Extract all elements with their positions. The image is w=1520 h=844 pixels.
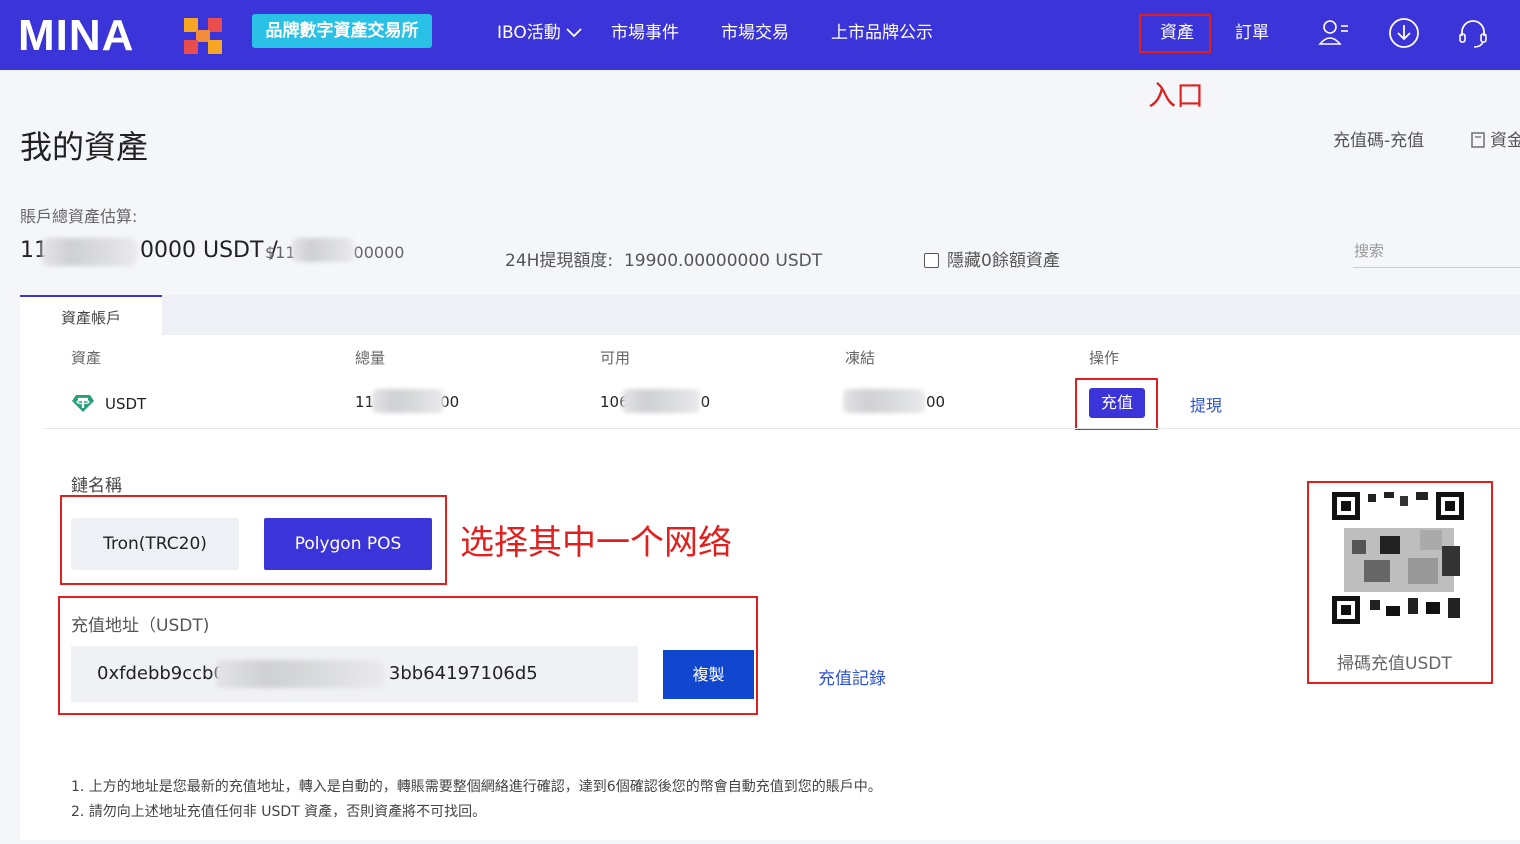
document-icon [1471,132,1485,148]
tab-strip [20,295,1520,335]
col-total: 總量 [355,349,386,367]
qr-caption: 掃碼充值USDT [1337,654,1452,674]
page-title: 我的資產 [20,128,149,166]
recharge-code-link[interactable]: 充值碼-充值 [1333,126,1424,151]
asset-name: USDT [105,395,147,413]
choose-network-annotation: 选择其中一个网络 [460,523,732,563]
search-input[interactable]: 搜索 [1353,240,1520,268]
user-icon[interactable] [1317,16,1351,50]
address-suffix: 3bb64197106d5 [388,663,538,684]
masked-frozen-cell [843,389,925,413]
top-nav: MINA 品牌數字資產交易所 IBO活動 市場事件 市場交易 上市品牌公示 資產… [0,0,1520,70]
col-action: 操作 [1089,349,1120,367]
notice-line-1: 1. 上方的地址是您最新的充值地址，轉入是自動的，轉賬需要整個網絡進行確認，達到… [71,779,882,795]
nav-ibo-label: IBO活動 [497,23,561,43]
withdraw-limit: 24H提現額度: 19900.00000000 USDT [505,246,822,271]
masked-fiat [292,238,354,262]
col-frozen: 凍結 [845,349,876,367]
chain-option-trc20[interactable]: Tron(TRC20) [71,518,239,570]
frozen-cell-suffix: 00 [926,393,946,411]
nav-ibo-activity[interactable]: IBO活動 [497,20,583,46]
fiat-prefix: $11 [265,243,296,262]
download-icon[interactable] [1387,16,1421,50]
logo-text: MINA [18,12,134,56]
hide-zero-toggle[interactable]: 隱藏0餘額資產 [924,246,1060,271]
entry-annotation: 入口 [1148,79,1205,112]
nav-market-trade[interactable]: 市場交易 [721,20,789,46]
col-asset: 資產 [71,349,102,367]
withdraw-link[interactable]: 提現 [1190,392,1222,416]
mina-logo[interactable]: MINA [18,12,228,56]
asset-record-label: 資金 [1490,131,1520,151]
headset-support-icon[interactable] [1456,16,1490,50]
masked-total [42,238,137,266]
masked-address [216,660,384,688]
nav-listing-notice[interactable]: 上市品牌公示 [831,20,933,46]
available-cell-suffix: 0 [700,393,711,411]
exchange-badge: 品牌數字資產交易所 [252,14,432,48]
row-divider [45,428,1520,429]
address-prefix: 0xfdebb9ccb0 [97,663,225,684]
address-label: 充值地址（USDT) [71,616,210,636]
total-suffix: 0000 USDT / [140,238,278,263]
limit-label: 24H提現額度: [505,251,614,271]
usdt-icon [72,395,94,412]
notice-line-2: 2. 請勿向上述地址充值任何非 USDT 資產，否則資產將不可找回。 [71,804,487,820]
nav-orders[interactable]: 訂單 [1235,20,1269,46]
asset-cell: USDT [71,393,146,413]
assets-highlight-box [1139,14,1211,53]
checkbox[interactable] [924,253,939,268]
recharge-button[interactable]: 充值 [1089,388,1145,418]
fiat-suffix: 00000 [353,243,405,262]
masked-total-cell [372,389,444,413]
masked-available-cell [622,389,700,413]
estimate-label: 賬戶總資產估算: [20,207,138,226]
chain-label: 鏈名稱 [71,476,122,496]
tab-asset-account[interactable]: 資產帳戶 [20,295,162,337]
limit-value: 19900.00000000 USDT [623,251,823,271]
hide-zero-label: 隱藏0餘額資產 [947,251,1060,271]
nav-market-events[interactable]: 市場事件 [611,20,679,46]
chain-option-polygon[interactable]: Polygon POS [264,518,432,570]
qr-code-icon [1330,490,1466,626]
copy-button[interactable]: 複製 [663,650,754,699]
frozen-cell: 00 [926,393,945,411]
recharge-history-link[interactable]: 充值記錄 [818,664,886,689]
col-available: 可用 [600,349,631,367]
chevron-down-icon [566,28,582,38]
asset-record-link[interactable]: 資金 [1470,126,1520,151]
